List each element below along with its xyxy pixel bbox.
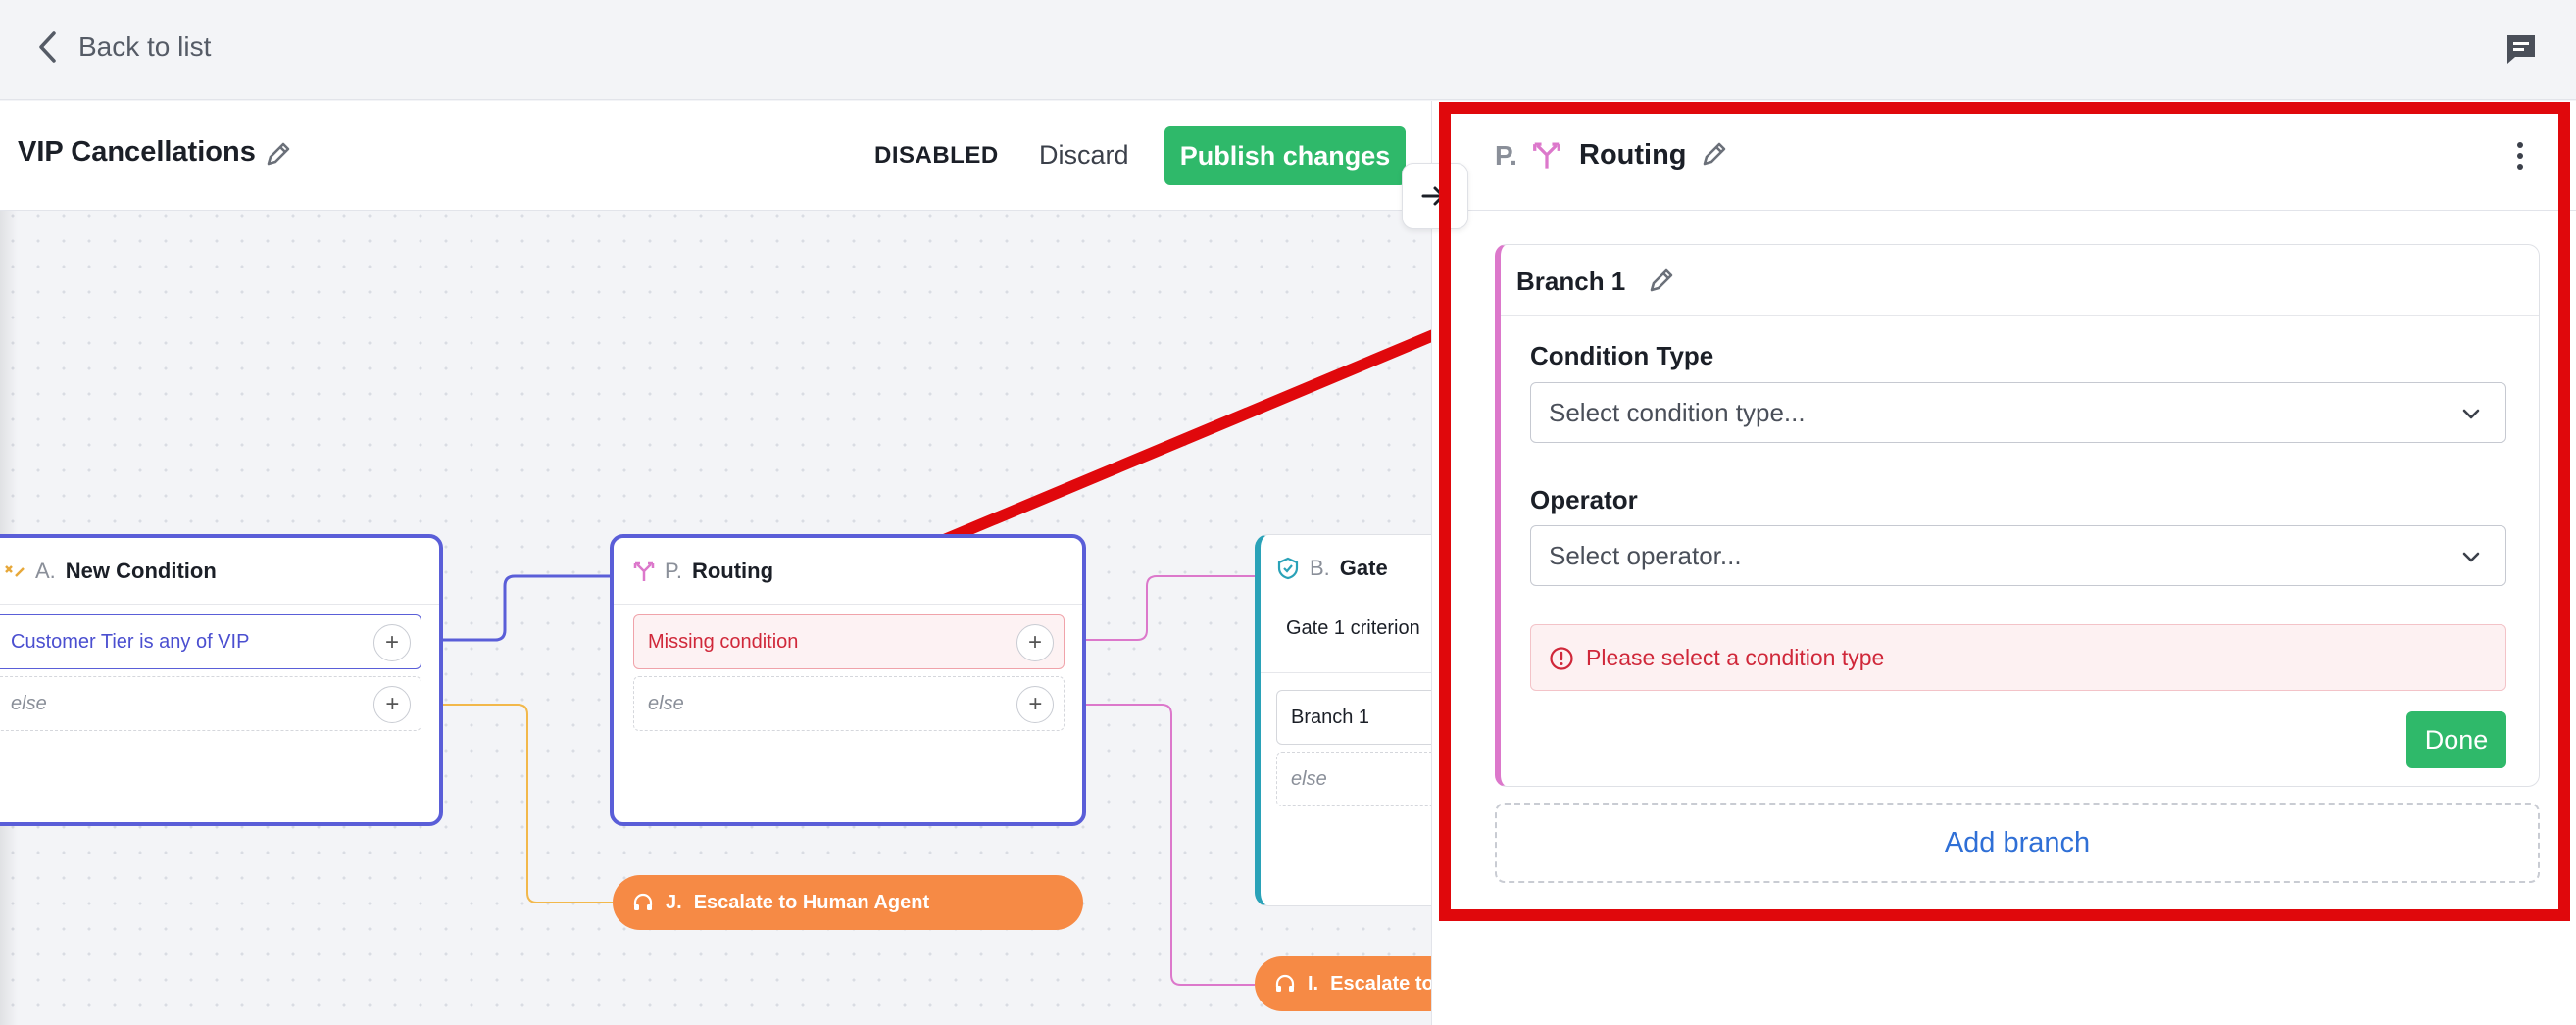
- pencil-icon[interactable]: [263, 138, 294, 170]
- add-branch-button[interactable]: Add branch: [1495, 803, 2540, 883]
- back-to-list-link[interactable]: Back to list: [35, 25, 211, 69]
- headset-icon: [1275, 974, 1295, 992]
- node-title: New Condition: [65, 558, 217, 583]
- add-step-button[interactable]: +: [373, 686, 411, 723]
- headset-icon: [633, 893, 653, 910]
- node-title: Escalate to Human Agent: [693, 891, 930, 913]
- escalate-node-j[interactable]: J. Escalate to Human Agent: [613, 875, 1083, 930]
- node-letter: P.: [1495, 140, 1517, 171]
- else-branch[interactable]: else +: [0, 676, 421, 731]
- node-letter: J.: [666, 891, 682, 913]
- branch-editor-card: Branch 1 Condition Type Select condition…: [1495, 244, 2540, 787]
- error-message: Please select a condition type: [1586, 644, 1885, 670]
- node-letter: B.: [1310, 556, 1330, 580]
- top-bar: Back to list: [0, 0, 2576, 100]
- arrow-right-icon: [1421, 186, 1450, 206]
- node-config-panel: P. Routing Branch 1 Condition Type Selec…: [1431, 101, 2576, 1025]
- add-step-button[interactable]: +: [1016, 624, 1054, 661]
- operator-label: Operator: [1530, 485, 1638, 514]
- else-label: else: [648, 692, 684, 714]
- add-step-button[interactable]: +: [373, 624, 411, 661]
- node-title: Escalate to: [1330, 972, 1434, 995]
- else-branch[interactable]: else +: [633, 676, 1065, 731]
- operator-select[interactable]: Select operator...: [1530, 525, 2506, 586]
- routing-icon: [1533, 142, 1560, 169]
- panel-title: Routing: [1579, 139, 1687, 171]
- node-letter: I.: [1308, 972, 1319, 995]
- else-label: else: [11, 692, 47, 714]
- done-button[interactable]: Done: [2406, 711, 2506, 768]
- discard-button[interactable]: Discard: [1039, 140, 1129, 171]
- collapse-panel-button[interactable]: [1402, 163, 1468, 229]
- chat-icon[interactable]: [2503, 31, 2539, 67]
- chevron-down-icon: [2462, 409, 2480, 419]
- workflow-title: VIP Cancellations: [18, 136, 256, 168]
- back-label: Back to list: [78, 31, 212, 62]
- branch-label: Customer Tier is any of VIP: [11, 630, 250, 653]
- status-badge: DISABLED: [874, 142, 999, 169]
- operator-placeholder: Select operator...: [1549, 540, 1742, 570]
- missing-condition-branch[interactable]: Missing condition +: [633, 614, 1065, 669]
- panel-header: P. Routing: [1432, 101, 2576, 211]
- branch-card-header: Branch 1: [1501, 245, 2539, 316]
- condition-node[interactable]: A. New Condition Customer Tier is any of…: [0, 534, 443, 826]
- routing-icon: [633, 561, 655, 581]
- node-title: Gate: [1339, 556, 1388, 580]
- branch-label: Missing condition: [648, 630, 799, 653]
- branch-title: Branch 1: [1516, 267, 1626, 296]
- condition-type-placeholder: Select condition type...: [1549, 397, 1806, 427]
- node-letter: A.: [35, 558, 56, 583]
- chevron-left-icon: [39, 31, 56, 63]
- condition-type-select[interactable]: Select condition type...: [1530, 382, 2506, 443]
- condition-icon: [5, 564, 25, 577]
- publish-changes-button[interactable]: Publish changes: [1164, 126, 1406, 185]
- chevron-down-icon: [2462, 552, 2480, 562]
- shield-icon: [1277, 557, 1299, 580]
- alert-circle-icon: [1550, 647, 1573, 670]
- pencil-icon[interactable]: [1646, 265, 1677, 296]
- node-title: Routing: [691, 558, 774, 583]
- validation-error: Please select a condition type: [1530, 624, 2506, 691]
- node-letter: P.: [665, 558, 682, 583]
- more-vertical-icon[interactable]: [2510, 136, 2530, 175]
- gate-criterion: Gate 1 criterion: [1286, 617, 1420, 639]
- workflow-header: VIP Cancellations DISABLED Discard Publi…: [0, 101, 1431, 211]
- pencil-icon[interactable]: [1699, 138, 1730, 170]
- condition-type-label: Condition Type: [1530, 341, 1714, 370]
- condition-branch[interactable]: Customer Tier is any of VIP +: [0, 614, 421, 669]
- routing-node[interactable]: P. Routing Missing condition + else +: [610, 534, 1086, 826]
- branch-label: Branch 1: [1291, 706, 1370, 728]
- add-step-button[interactable]: +: [1016, 686, 1054, 723]
- else-label: else: [1291, 767, 1327, 790]
